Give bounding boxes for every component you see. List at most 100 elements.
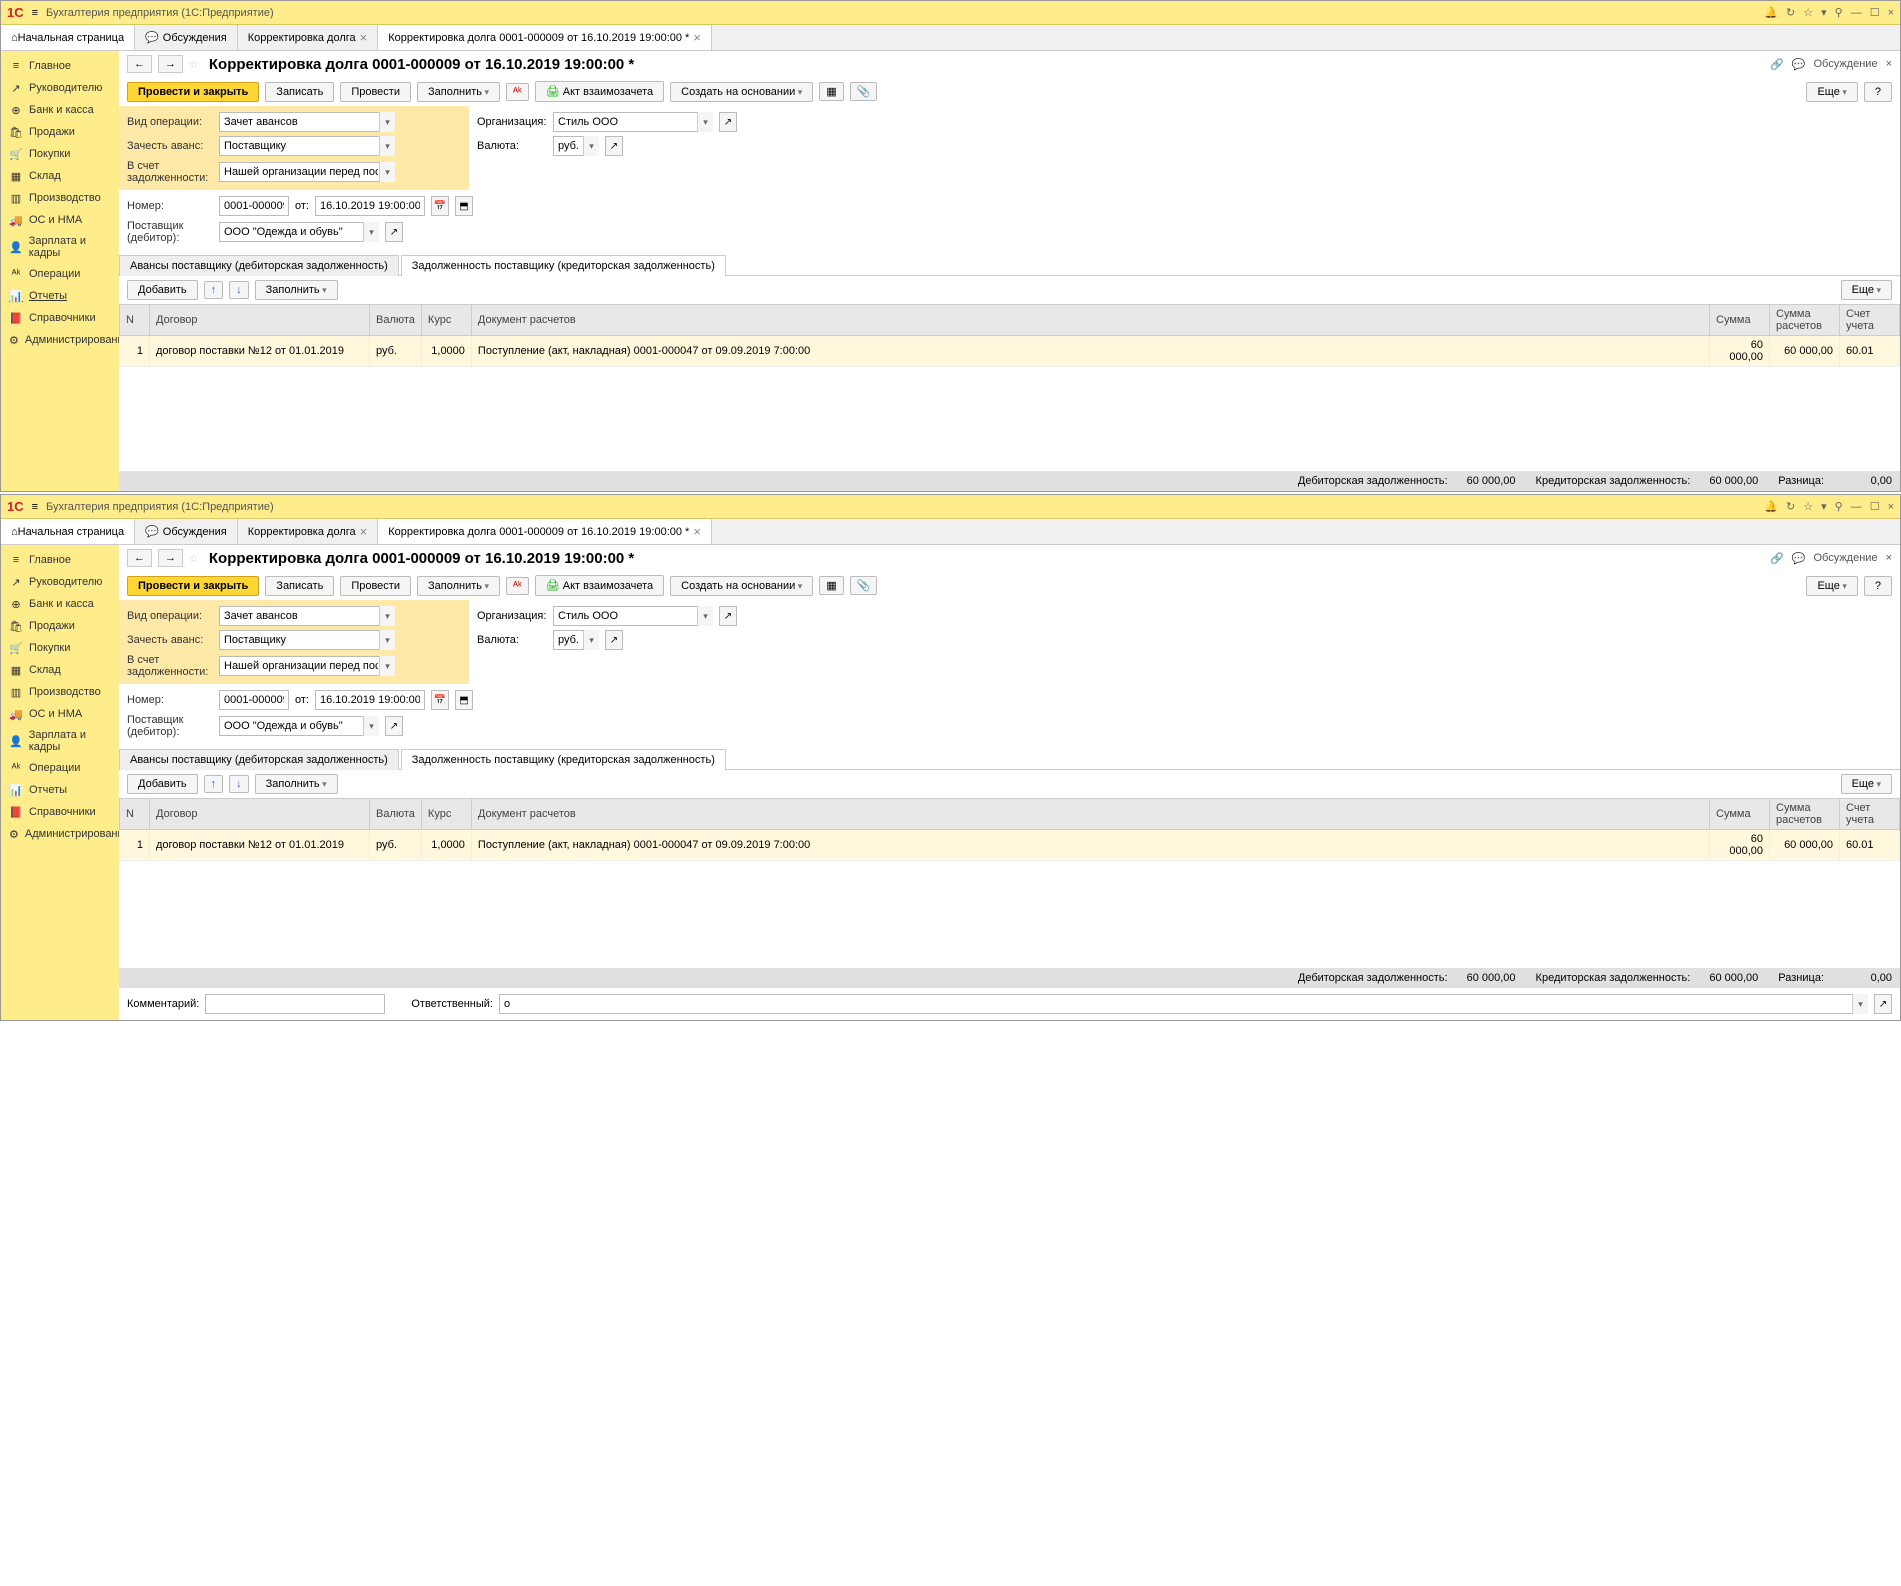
sidebar-item-reports[interactable]: 📊Отчеты	[1, 779, 119, 801]
col-rate[interactable]: Курс	[421, 799, 471, 830]
sidebar-item-warehouse[interactable]: ▦Склад	[1, 659, 119, 681]
cell-sumcalc[interactable]: 60 000,00	[1770, 830, 1840, 861]
discussion-icon[interactable]: 💬	[1792, 58, 1806, 71]
history-icon[interactable]: ↻	[1786, 500, 1795, 513]
col-n[interactable]: N	[120, 799, 150, 830]
col-sum[interactable]: Сумма	[1710, 799, 1770, 830]
dropdown-icon[interactable]: ▾	[379, 630, 395, 650]
sidebar-item-admin[interactable]: ⚙Администрирование	[1, 329, 119, 351]
op-type-input[interactable]	[219, 112, 395, 132]
tab-correction-doc[interactable]: Корректировка долга 0001-000009 от 16.10…	[378, 519, 712, 544]
open-icon[interactable]: ↗	[1874, 994, 1892, 1014]
main-menu-icon[interactable]: ≡	[32, 7, 38, 19]
sidebar-item-bank[interactable]: ⊕Банк и касса	[1, 593, 119, 615]
add-button[interactable]: Добавить	[127, 774, 198, 794]
dropdown-icon[interactable]: ▾	[379, 112, 395, 132]
cell-doc[interactable]: Поступление (акт, накладная) 0001-000047…	[471, 336, 1709, 367]
help-button[interactable]: ?	[1864, 82, 1892, 102]
minimize-icon[interactable]: —	[1851, 501, 1862, 513]
bell-icon[interactable]: 🔔	[1764, 6, 1778, 19]
dropdown-icon[interactable]: ▾	[1821, 6, 1827, 19]
cell-n[interactable]: 1	[120, 336, 150, 367]
cell-account[interactable]: 60.01	[1840, 336, 1900, 367]
doc-tab-advances[interactable]: Авансы поставщику (дебиторская задолженн…	[119, 749, 399, 770]
move-up-icon[interactable]: ↑	[204, 775, 224, 793]
date-input[interactable]	[315, 690, 425, 710]
history-icon[interactable]: ↻	[1786, 6, 1795, 19]
number-input[interactable]	[219, 690, 289, 710]
cell-sum[interactable]: 60 000,00	[1710, 830, 1770, 861]
structure-icon[interactable]: ▦	[819, 576, 843, 595]
sidebar-item-refs[interactable]: 📕Справочники	[1, 801, 119, 823]
favorite-icon[interactable]: ☆	[189, 552, 199, 565]
tab-close-icon[interactable]: ×	[693, 524, 701, 539]
col-account[interactable]: Счет учета	[1840, 799, 1900, 830]
post-button[interactable]: Провести	[340, 82, 411, 102]
sidebar-item-manager[interactable]: ↗Руководителю	[1, 571, 119, 593]
minimize-icon[interactable]: —	[1851, 7, 1862, 19]
cell-sum[interactable]: 60 000,00	[1710, 336, 1770, 367]
doc-tab-advances[interactable]: Авансы поставщику (дебиторская задолженн…	[119, 255, 399, 276]
dtk-icon[interactable]: ᴬᵏ	[506, 577, 529, 595]
sidebar-item-salary[interactable]: 👤Зарплата и кадры	[1, 725, 119, 757]
tab-close-icon[interactable]: ×	[360, 30, 368, 45]
sidebar-item-assets[interactable]: 🚚ОС и НМА	[1, 703, 119, 725]
posted-icon[interactable]: ⬒	[455, 690, 473, 710]
discussion-icon[interactable]: 💬	[1792, 552, 1806, 565]
link-icon[interactable]: 🔗	[1770, 552, 1784, 565]
sidebar-item-production[interactable]: ▥Производство	[1, 187, 119, 209]
col-rate[interactable]: Курс	[421, 305, 471, 336]
cell-contract[interactable]: договор поставки №12 от 01.01.2019	[150, 336, 370, 367]
open-icon[interactable]: ↗	[719, 606, 737, 626]
close-doc-icon[interactable]: ×	[1886, 58, 1892, 70]
act-button[interactable]: 🖨 Акт взаимозачета	[535, 81, 664, 102]
doc-tab-debt[interactable]: Задолженность поставщику (кредиторская з…	[401, 255, 726, 276]
star-icon[interactable]: ☆	[1803, 500, 1813, 513]
write-button[interactable]: Записать	[265, 82, 334, 102]
move-down-icon[interactable]: ↓	[229, 775, 249, 793]
create-based-button[interactable]: Создать на основании	[670, 576, 813, 596]
home-tab[interactable]: ⌂ Начальная страница	[1, 519, 135, 544]
more-button[interactable]: Еще	[1806, 576, 1857, 596]
fill-table-button[interactable]: Заполнить	[255, 774, 338, 794]
sidebar-item-refs[interactable]: 📕Справочники	[1, 307, 119, 329]
cell-rate[interactable]: 1,0000	[421, 336, 471, 367]
number-input[interactable]	[219, 196, 289, 216]
discussion-label[interactable]: Обсуждение	[1813, 58, 1877, 70]
close-icon[interactable]: ×	[1888, 501, 1894, 513]
dropdown-icon[interactable]: ▾	[697, 606, 713, 626]
create-based-button[interactable]: Создать на основании	[670, 82, 813, 102]
sidebar-item-main[interactable]: ≡Главное	[1, 55, 119, 77]
cell-contract[interactable]: договор поставки №12 от 01.01.2019	[150, 830, 370, 861]
op-type-input[interactable]	[219, 606, 395, 626]
cell-currency[interactable]: руб.	[370, 830, 422, 861]
write-button[interactable]: Записать	[265, 576, 334, 596]
calendar-icon[interactable]: 📅	[431, 196, 449, 216]
col-sumcalc[interactable]: Сумма расчетов	[1770, 799, 1840, 830]
col-sum[interactable]: Сумма	[1710, 305, 1770, 336]
sidebar-item-sales[interactable]: 🛍Продажи	[1, 615, 119, 637]
supplier-input[interactable]	[219, 716, 379, 736]
star-icon[interactable]: ☆	[1803, 6, 1813, 19]
help-button[interactable]: ?	[1864, 576, 1892, 596]
comment-input[interactable]	[205, 994, 385, 1014]
table-row[interactable]: 1 договор поставки №12 от 01.01.2019 руб…	[120, 830, 1900, 861]
resp-input[interactable]	[499, 994, 1868, 1014]
posted-icon[interactable]: ⬒	[455, 196, 473, 216]
close-doc-icon[interactable]: ×	[1886, 552, 1892, 564]
dropdown-icon[interactable]: ▾	[1821, 500, 1827, 513]
col-doc[interactable]: Документ расчетов	[471, 305, 1709, 336]
fill-table-button[interactable]: Заполнить	[255, 280, 338, 300]
calendar-icon[interactable]: 📅	[431, 690, 449, 710]
sidebar-item-reports[interactable]: 📊Отчеты	[1, 285, 119, 307]
filter-icon[interactable]: ⚲	[1835, 6, 1843, 19]
debt-input[interactable]	[219, 656, 395, 676]
bell-icon[interactable]: 🔔	[1764, 500, 1778, 513]
table-more-button[interactable]: Еще	[1841, 774, 1892, 794]
favorite-icon[interactable]: ☆	[189, 58, 199, 71]
dropdown-icon[interactable]: ▾	[363, 222, 379, 242]
structure-icon[interactable]: ▦	[819, 82, 843, 101]
doc-tab-debt[interactable]: Задолженность поставщику (кредиторская з…	[401, 749, 726, 770]
open-icon[interactable]: ↗	[385, 222, 403, 242]
act-button[interactable]: 🖨 Акт взаимозачета	[535, 575, 664, 596]
